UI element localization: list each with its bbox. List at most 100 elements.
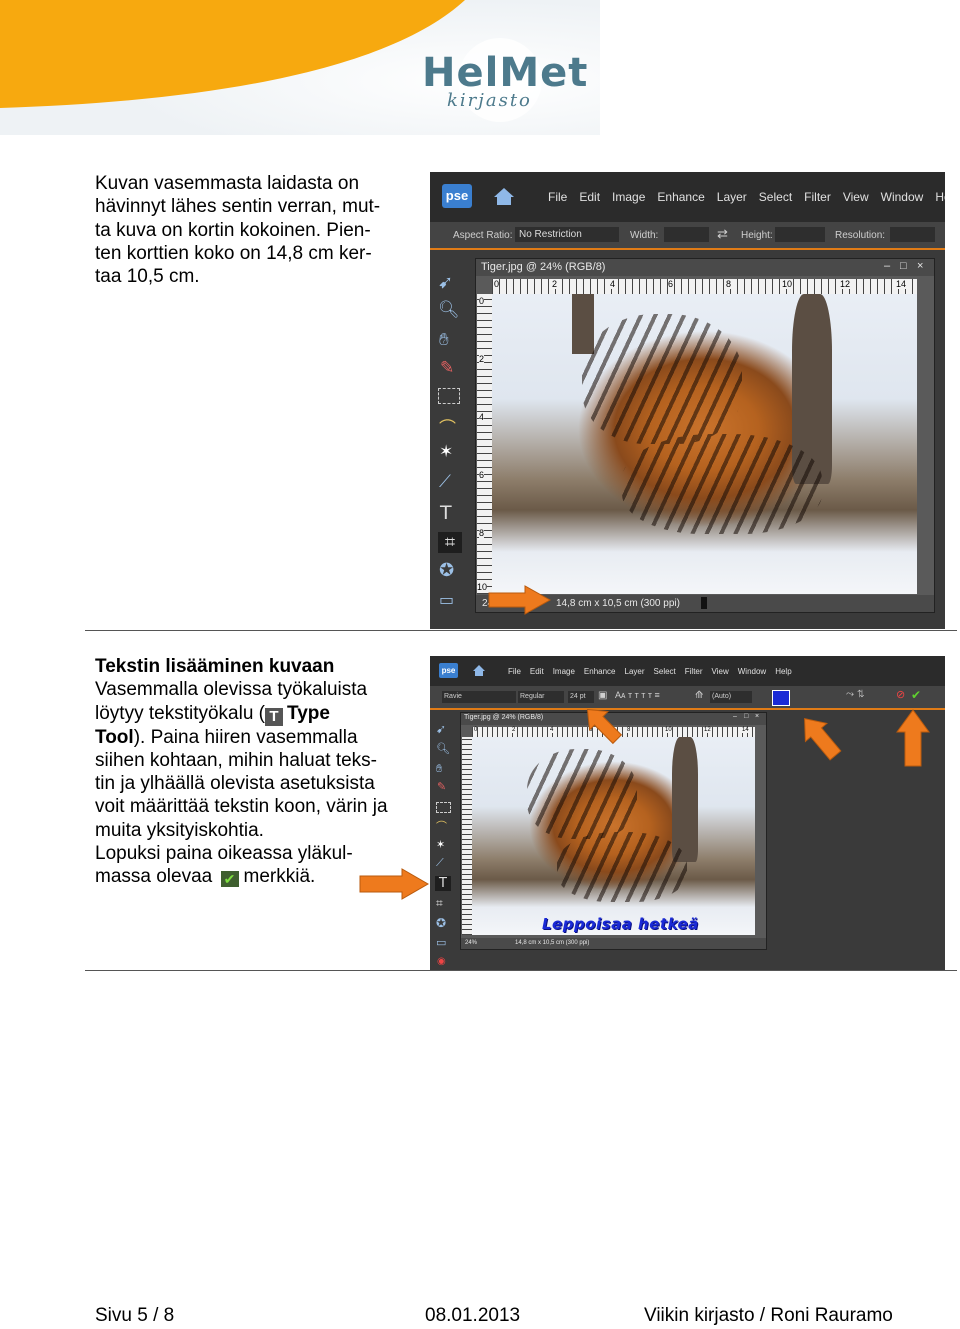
magic-wand-icon[interactable]: ✶: [436, 838, 445, 851]
page-header: HelMet kirjasto: [0, 0, 600, 135]
type-tool-icon[interactable]: T: [435, 876, 451, 891]
menu-view[interactable]: View: [712, 667, 729, 676]
menu-enhance[interactable]: Enhance: [657, 190, 704, 204]
menu-file[interactable]: File: [548, 190, 567, 204]
logo-subtitle: kirjasto: [447, 90, 532, 111]
brush-selection-icon[interactable]: ⟋: [436, 856, 444, 870]
hand-tool-icon[interactable]: ✋︎: [436, 762, 442, 776]
maximize-icon[interactable]: □: [900, 260, 907, 272]
close-icon[interactable]: ×: [755, 713, 759, 720]
type-tool-icon[interactable]: T: [440, 502, 452, 524]
orange-arrow-icon: [586, 708, 623, 745]
crop-tool-icon[interactable]: ⌗: [436, 896, 443, 911]
section1-text: Kuvan vasemmasta laidasta on hävinnyt lä…: [95, 172, 415, 288]
cookie-cutter-icon[interactable]: ✪: [436, 916, 446, 930]
menu-image[interactable]: Image: [553, 667, 575, 676]
marquee-tool-icon[interactable]: [438, 388, 460, 404]
toolbox: ➹ 🔍︎ ✋︎ ✎ ⌒ ✶ ⟋ T ⌗ ✪ ▭: [430, 250, 468, 629]
tiger-photo: Leppoisaa hetkeä: [472, 737, 755, 935]
document-title: Tiger.jpg @ 24% (RGB/8): [481, 261, 606, 273]
crop-tool-icon[interactable]: ⌗: [438, 532, 462, 553]
resolution-input[interactable]: [890, 227, 935, 242]
anti-alias-icon[interactable]: ▣: [598, 690, 607, 701]
brush-selection-icon[interactable]: ⟋: [439, 472, 451, 492]
menu-help[interactable]: Hel: [935, 190, 945, 204]
document-window: Tiger.jpg @ 24% (RGB/8) – □ × 0 2 4 6 8 …: [475, 258, 935, 613]
menu-window[interactable]: Window: [881, 190, 924, 204]
close-icon[interactable]: ×: [917, 260, 923, 272]
menu-filter[interactable]: Filter: [804, 190, 831, 204]
menu-enhance[interactable]: Enhance: [584, 667, 616, 676]
menu-edit[interactable]: Edit: [579, 190, 600, 204]
width-input[interactable]: [664, 227, 709, 242]
home-icon[interactable]: [472, 664, 486, 677]
home-icon[interactable]: [493, 186, 515, 206]
divider: [85, 630, 957, 631]
menu-file[interactable]: File: [508, 667, 521, 676]
text-line: hävinnyt lähes sentin verran, mut-: [95, 196, 381, 218]
text-line: ta kuva on kortin kokoinen. Pien-: [95, 219, 371, 241]
magic-wand-icon[interactable]: ✶: [439, 442, 453, 462]
text-style-icons[interactable]: Aᴀ ᴛ ᴛ ᴛ ᴛ ≡: [615, 690, 660, 700]
ruler-label: 10: [477, 582, 488, 592]
ruler-label: 0: [494, 279, 500, 289]
lasso-tool-icon[interactable]: ⌒: [439, 414, 456, 439]
section2-text: Tekstin lisääminen kuvaan Vasemmalla ole…: [95, 655, 425, 889]
leading-icon[interactable]: ⟰: [695, 690, 703, 701]
maximize-icon[interactable]: □: [744, 713, 748, 720]
height-input[interactable]: [775, 227, 825, 242]
commit-checkmark-icon[interactable]: ✔: [911, 688, 921, 702]
text-line: ten korttien koko on 14,8 cm ker-: [95, 242, 372, 264]
ruler-label: 0: [474, 727, 478, 733]
menu-select[interactable]: Select: [759, 190, 792, 204]
red-eye-tool-icon[interactable]: ◉: [437, 956, 446, 967]
menu-image[interactable]: Image: [612, 190, 645, 204]
text-color-swatch[interactable]: [772, 690, 790, 706]
straighten-tool-icon[interactable]: ▭: [436, 936, 446, 949]
minimize-icon[interactable]: –: [884, 260, 890, 272]
eyedropper-icon[interactable]: ✎: [437, 780, 446, 793]
text-fragment: Tool: [95, 726, 134, 748]
warp-text-icon[interactable]: ⤳ ⇅: [846, 689, 865, 700]
marquee-tool-icon[interactable]: [436, 802, 451, 813]
menu-layer[interactable]: Layer: [625, 667, 645, 676]
eyedropper-icon[interactable]: ✎: [440, 358, 454, 378]
vertical-ruler: [462, 737, 472, 935]
swap-icon[interactable]: ⇄: [717, 226, 728, 242]
lasso-tool-icon[interactable]: ⌒: [436, 818, 447, 834]
document-tab[interactable]: Tiger.jpg @ 24% (RGB/8) – □ ×: [476, 259, 934, 276]
leading-select[interactable]: (Auto): [710, 691, 752, 703]
ruler-label: 2: [479, 354, 485, 364]
aspect-select[interactable]: No Restriction: [515, 227, 619, 242]
menu-help[interactable]: Help: [775, 667, 791, 676]
ruler-label: 4: [610, 279, 616, 289]
zoom-tool-icon[interactable]: 🔍︎: [438, 300, 460, 320]
text-line: Vasemmalla olevissa työkaluista: [95, 679, 368, 701]
zoom-tool-icon[interactable]: 🔍︎: [436, 742, 450, 755]
width-label: Width:: [630, 230, 659, 241]
font-style-select[interactable]: Regular: [518, 691, 564, 703]
toolbox: ➹ 🔍︎ ✋︎ ✎ ⌒ ✶ ⟋ T ⌗ ✪ ▭ ◉: [430, 710, 456, 970]
overlay-text[interactable]: Leppoisaa hetkeä: [542, 915, 699, 933]
menu-view[interactable]: View: [843, 190, 869, 204]
text-fragment: massa olevaa: [95, 866, 213, 888]
ruler-label: 10: [782, 279, 793, 289]
cookie-cutter-icon[interactable]: ✪: [439, 560, 454, 581]
ruler-label: 12: [840, 279, 851, 289]
menu-filter[interactable]: Filter: [685, 667, 703, 676]
menu-window[interactable]: Window: [738, 667, 766, 676]
menu-select[interactable]: Select: [654, 667, 676, 676]
document-size: 14,8 cm x 10,5 cm (300 ppi): [515, 940, 590, 946]
move-tool-icon[interactable]: ➹: [438, 272, 453, 293]
page-number: Sivu 5 / 8: [95, 1305, 175, 1326]
move-tool-icon[interactable]: ➹: [436, 722, 446, 736]
font-select[interactable]: Ravie: [442, 691, 516, 703]
cancel-icon[interactable]: ⊘: [896, 688, 905, 701]
straighten-tool-icon[interactable]: ▭: [439, 590, 454, 609]
minimize-icon[interactable]: –: [733, 713, 737, 720]
editor-screenshot-type: pse File Edit Image Enhance Layer Select…: [430, 656, 945, 970]
menu-edit[interactable]: Edit: [530, 667, 544, 676]
scroll-left-icon[interactable]: [701, 597, 707, 609]
hand-tool-icon[interactable]: ✋︎: [439, 330, 449, 350]
menu-layer[interactable]: Layer: [717, 190, 747, 204]
